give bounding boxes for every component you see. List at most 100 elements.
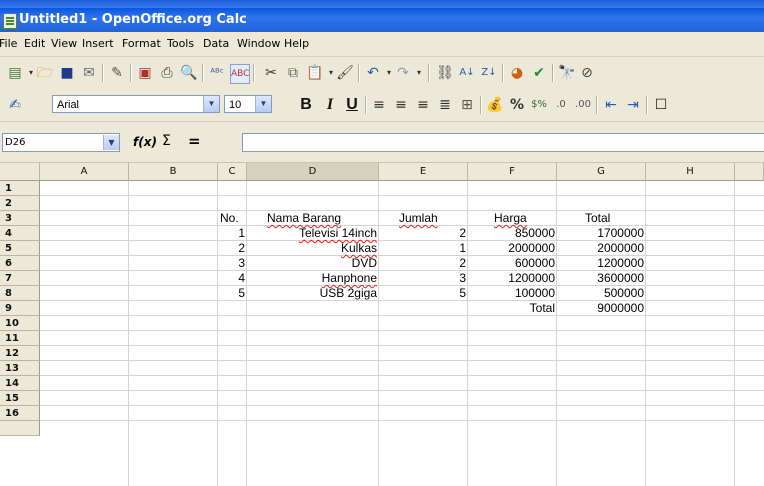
draw-functions-icon[interactable]: ✔ xyxy=(530,64,548,82)
justify-icon[interactable]: ≣ xyxy=(436,96,454,114)
column-header-f[interactable]: F xyxy=(468,163,557,181)
copy-icon[interactable]: ⧉ xyxy=(284,64,302,82)
row-header[interactable]: 13 xyxy=(0,361,40,376)
cell-f4[interactable]: 850000 xyxy=(468,226,557,241)
menu-data[interactable]: Data xyxy=(203,32,229,56)
cell-f6[interactable]: 600000 xyxy=(468,256,557,271)
cell-d8[interactable]: USB 2giga xyxy=(247,286,379,301)
align-center-icon[interactable]: ≡ xyxy=(392,96,410,114)
row-header[interactable]: 16 xyxy=(0,406,40,421)
cell-f7[interactable]: 1200000 xyxy=(468,271,557,286)
row-header[interactable]: 11 xyxy=(0,331,40,346)
cell-d5[interactable]: Kulkas xyxy=(247,241,379,256)
cell-c3[interactable]: No. xyxy=(218,211,247,226)
row-header[interactable]: 6 xyxy=(0,256,40,271)
row-header[interactable]: 12 xyxy=(0,346,40,361)
sort-ascending-icon[interactable]: A↓ xyxy=(458,64,476,82)
cell-g9[interactable]: 9000000 xyxy=(557,301,646,316)
navigator-icon[interactable]: ⊘ xyxy=(578,64,596,82)
chevron-down-icon[interactable]: ▼ xyxy=(255,96,271,112)
spreadsheet-grid[interactable]: A B C D E F G H 1 2 3 4 5 6 7 8 9 10 11 … xyxy=(0,163,764,486)
cell-g6[interactable]: 1200000 xyxy=(557,256,646,271)
cell-e5[interactable]: 1 xyxy=(379,241,468,256)
row-header[interactable]: 5 xyxy=(0,241,40,256)
font-size-box[interactable]: 10 ▼ xyxy=(224,95,272,113)
menu-view[interactable]: View xyxy=(51,32,77,56)
row-header[interactable]: 14 xyxy=(0,376,40,391)
align-left-icon[interactable]: ≡ xyxy=(370,96,388,114)
print-icon[interactable]: ⎙ xyxy=(158,64,176,82)
column-header-c[interactable]: C xyxy=(218,163,247,181)
align-right-icon[interactable]: ≡ xyxy=(414,96,432,114)
cell-e6[interactable]: 2 xyxy=(379,256,468,271)
cell-e4[interactable]: 2 xyxy=(379,226,468,241)
cell-g7[interactable]: 3600000 xyxy=(557,271,646,286)
window-title-bar[interactable]: Untitled1 - OpenOffice.org Calc xyxy=(0,8,764,32)
menu-help[interactable]: Help xyxy=(284,32,309,56)
cell-c7[interactable]: 4 xyxy=(218,271,247,286)
sort-descending-icon[interactable]: Z↓ xyxy=(480,64,498,82)
function-button[interactable]: = xyxy=(188,132,201,150)
cell-d4[interactable]: Televisi 14inch xyxy=(247,226,379,241)
formula-input[interactable] xyxy=(242,133,764,152)
chevron-down-icon[interactable]: ▼ xyxy=(103,135,119,150)
cell-c6[interactable]: 3 xyxy=(218,256,247,271)
font-name-box[interactable]: Arial ▼ xyxy=(52,95,220,113)
cell-e7[interactable]: 3 xyxy=(379,271,468,286)
column-header-b[interactable]: B xyxy=(129,163,218,181)
column-header-e[interactable]: E xyxy=(379,163,468,181)
italic-button[interactable]: I xyxy=(321,96,339,114)
standard-format-icon[interactable]: $% xyxy=(530,96,548,114)
row-header[interactable]: 3 xyxy=(0,211,40,226)
menu-format[interactable]: Format xyxy=(122,32,161,56)
column-header-next[interactable] xyxy=(735,163,764,181)
underline-button[interactable]: U xyxy=(343,96,361,114)
row-header[interactable]: 7 xyxy=(0,271,40,286)
save-icon[interactable]: ■ xyxy=(58,64,76,82)
cell-f5[interactable]: 2000000 xyxy=(468,241,557,256)
currency-format-icon[interactable]: 💰 xyxy=(486,96,504,114)
add-decimal-icon[interactable]: .0 xyxy=(552,96,570,114)
cut-icon[interactable]: ✂ xyxy=(262,64,280,82)
menu-edit[interactable]: Edit xyxy=(24,32,45,56)
bold-button[interactable]: B xyxy=(297,96,315,114)
styles-formatting-icon[interactable]: ✍ xyxy=(6,96,24,114)
decrease-indent-icon[interactable]: ⇤ xyxy=(602,96,620,114)
row-header[interactable]: 1 xyxy=(0,181,40,196)
borders-icon[interactable]: ☐ xyxy=(652,96,670,114)
autospellcheck-icon[interactable]: ABC xyxy=(230,64,250,84)
delete-decimal-icon[interactable]: .00 xyxy=(574,96,592,114)
hyperlink-icon[interactable]: ⛓ xyxy=(436,64,454,82)
row-header[interactable]: 2 xyxy=(0,196,40,211)
cell-d6[interactable]: DVD xyxy=(247,256,379,271)
chevron-down-icon[interactable]: ▼ xyxy=(203,96,219,112)
cell-f9[interactable]: Total xyxy=(468,301,557,316)
function-wizard-button[interactable]: f(x) xyxy=(133,135,157,149)
cell-c4[interactable]: 1 xyxy=(218,226,247,241)
sum-button[interactable]: Σ xyxy=(162,133,171,149)
cell-c5[interactable]: 2 xyxy=(218,241,247,256)
email-icon[interactable]: ✉ xyxy=(80,64,98,82)
row-header[interactable]: 15 xyxy=(0,391,40,406)
increase-indent-icon[interactable]: ⇥ xyxy=(624,96,642,114)
row-header[interactable]: 8 xyxy=(0,286,40,301)
menu-tools[interactable]: Tools xyxy=(167,32,194,56)
column-header-h[interactable]: H xyxy=(646,163,735,181)
cell-g3[interactable]: Total xyxy=(557,211,646,226)
cell-c8[interactable]: 5 xyxy=(218,286,247,301)
open-folder-icon[interactable]: 🗁 xyxy=(36,64,54,82)
find-replace-icon[interactable]: 🔭 xyxy=(558,64,576,82)
column-header-a[interactable]: A xyxy=(40,163,129,181)
edit-file-icon[interactable]: ✎ xyxy=(108,64,126,82)
select-all-corner[interactable] xyxy=(0,163,40,181)
row-header[interactable]: 10 xyxy=(0,316,40,331)
merge-cells-icon[interactable]: ⊞ xyxy=(458,96,476,114)
percent-format-icon[interactable]: % xyxy=(508,96,526,114)
column-header-g[interactable]: G xyxy=(557,163,646,181)
column-header-d[interactable]: D xyxy=(247,163,379,181)
row-header[interactable]: 4 xyxy=(0,226,40,241)
cell-d7[interactable]: Hanphone xyxy=(247,271,379,286)
menu-insert[interactable]: Insert xyxy=(82,32,114,56)
cell-f3[interactable]: Harga xyxy=(468,211,557,226)
cell-g8[interactable]: 500000 xyxy=(557,286,646,301)
